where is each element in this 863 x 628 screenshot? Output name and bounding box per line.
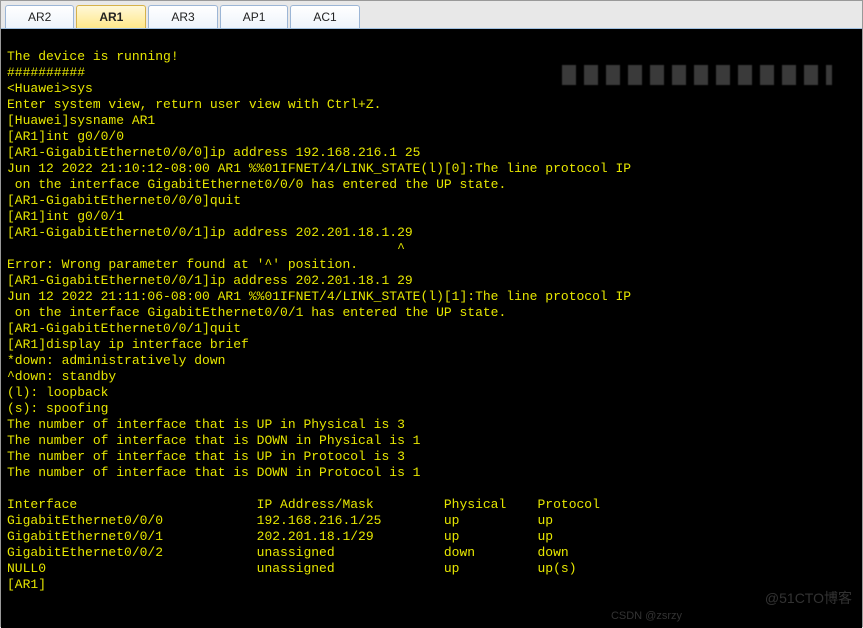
terminal-line: on the interface GigabitEthernet0/0/1 ha… xyxy=(7,305,506,320)
terminal-line: The number of interface that is DOWN in … xyxy=(7,465,420,480)
tab-ar1[interactable]: AR1 xyxy=(76,5,146,28)
terminal-line: The number of interface that is UP in Pr… xyxy=(7,449,405,464)
terminal-line: Error: Wrong parameter found at '^' posi… xyxy=(7,257,358,272)
terminal-line: [AR1-GigabitEthernet0/0/0]ip address 192… xyxy=(7,145,420,160)
redacted-block xyxy=(562,65,832,85)
terminal-line: on the interface GigabitEthernet0/0/0 ha… xyxy=(7,177,506,192)
interface-table: Interface IP Address/Mask Physical Proto… xyxy=(7,497,600,576)
terminal-line: [AR1]int g0/0/0 xyxy=(7,129,124,144)
terminal-line: [AR1-GigabitEthernet0/0/1]quit xyxy=(7,321,241,336)
terminal-line: [AR1-GigabitEthernet0/0/0]quit xyxy=(7,193,241,208)
tab-ar3[interactable]: AR3 xyxy=(148,5,217,28)
terminal-line: (s): spoofing xyxy=(7,401,108,416)
terminal-line: Enter system view, return user view with… xyxy=(7,97,381,112)
terminal-line: The number of interface that is UP in Ph… xyxy=(7,417,405,432)
terminal-line: <Huawei>sys xyxy=(7,81,93,96)
terminal-line: (l): loopback xyxy=(7,385,108,400)
terminal-line: Jun 12 2022 21:10:12-08:00 AR1 %%01IFNET… xyxy=(7,161,631,176)
terminal-line: ^ xyxy=(7,241,405,256)
terminal-line: The device is running! xyxy=(7,49,179,64)
terminal-line: ^down: standby xyxy=(7,369,116,384)
terminal-line: [Huawei]sysname AR1 xyxy=(7,113,155,128)
terminal-line: The number of interface that is DOWN in … xyxy=(7,433,420,448)
terminal-line: [AR1-GigabitEthernet0/0/1]ip address 202… xyxy=(7,225,413,240)
terminal-line: ########## xyxy=(7,65,85,80)
terminal-line: *down: administratively down xyxy=(7,353,225,368)
terminal-line: [AR1]display ip interface brief xyxy=(7,337,249,352)
terminal-prompt: [AR1] xyxy=(7,577,46,592)
tab-ap1[interactable]: AP1 xyxy=(220,5,289,28)
terminal-line: [AR1-GigabitEthernet0/0/1]ip address 202… xyxy=(7,273,413,288)
tab-bar: AR2 AR1 AR3 AP1 AC1 xyxy=(1,1,862,29)
watermark-csdn: CSDN @zsrzy xyxy=(611,608,682,624)
watermark-51cto: @51CTO博客 xyxy=(765,590,852,606)
tab-ac1[interactable]: AC1 xyxy=(290,5,359,28)
terminal-line: Jun 12 2022 21:11:06-08:00 AR1 %%01IFNET… xyxy=(7,289,631,304)
terminal-output[interactable]: The device is running! ########## <Huawe… xyxy=(1,29,862,628)
terminal-line: [AR1]int g0/0/1 xyxy=(7,209,124,224)
tab-ar2[interactable]: AR2 xyxy=(5,5,74,28)
